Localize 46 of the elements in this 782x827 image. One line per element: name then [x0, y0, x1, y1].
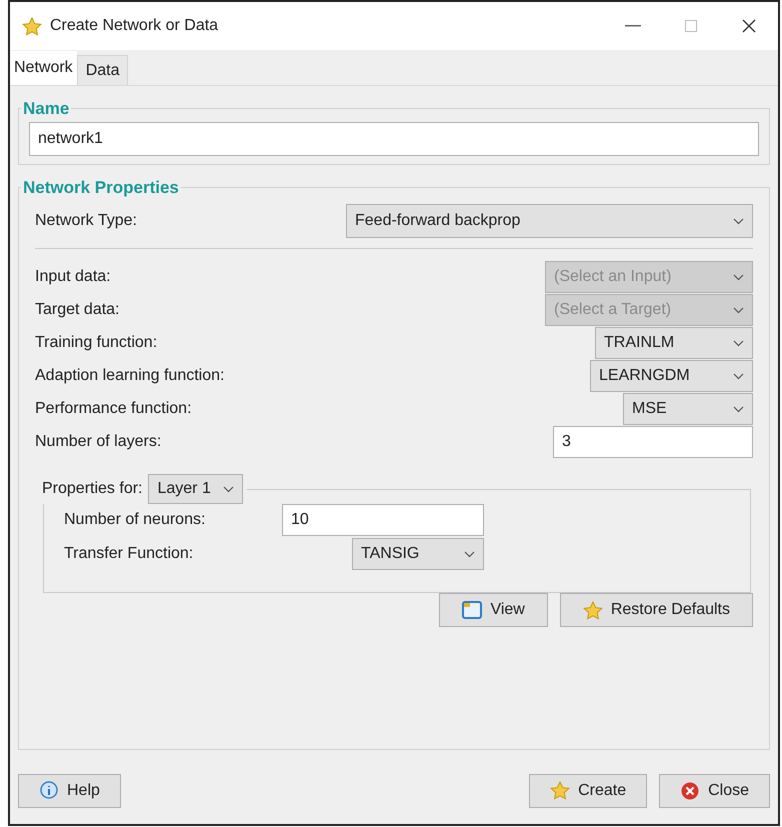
field-label: Target data: — [35, 300, 120, 320]
field-label: Transfer Function: — [64, 544, 194, 564]
dialog-button[interactable]: Close — [659, 774, 770, 808]
tab[interactable]: Data — [76, 55, 128, 85]
dialog-button[interactable]: Help — [18, 774, 121, 808]
chevron-down-icon — [733, 306, 744, 314]
dialog-button[interactable]: Create — [529, 774, 648, 808]
star-icon — [550, 781, 570, 800]
window-icon — [462, 601, 482, 619]
chevron-down-icon — [222, 486, 234, 492]
star-icon — [22, 16, 42, 36]
field-label: Training function: — [35, 333, 158, 353]
dialog-button[interactable]: View — [439, 593, 548, 627]
field-label: Input data: — [35, 267, 111, 287]
dropdown[interactable]: Layer 1 — [148, 474, 243, 504]
field-label: Adaption learning function: — [35, 366, 224, 386]
dropdown[interactable]: TRAINLM — [595, 327, 753, 359]
chevron-down-icon — [733, 218, 744, 224]
close-icon — [742, 19, 756, 33]
field-label: Number of layers: — [35, 432, 162, 452]
group-title: Name — [22, 98, 70, 120]
dropdown[interactable]: TANSIG — [352, 538, 484, 570]
window-title: Create Network or Data — [50, 16, 218, 36]
dropdown[interactable]: MSE — [623, 393, 753, 425]
star-icon — [582, 600, 603, 620]
dropdown[interactable]: LEARNGDM — [590, 360, 753, 392]
dialog-button[interactable]: Restore Defaults — [560, 593, 753, 627]
chevron-down-icon — [733, 406, 744, 412]
close-icon — [680, 780, 700, 800]
chevron-down-icon — [733, 340, 744, 346]
chevron-down-icon — [464, 550, 475, 558]
minimize-icon — [625, 25, 641, 27]
dropdown[interactable]: Feed-forward backprop — [346, 204, 753, 238]
group-title: Network Properties — [22, 176, 180, 198]
input-field[interactable]: 10 — [282, 504, 484, 536]
info-icon — [39, 780, 59, 800]
maximize-icon — [685, 20, 697, 32]
chevron-down-icon — [733, 274, 744, 280]
input-field[interactable]: 3 — [553, 426, 753, 458]
field-label: Network Type: — [35, 211, 137, 231]
field-label: Number of neurons: — [64, 510, 206, 530]
chevron-down-icon — [733, 372, 744, 380]
field-label: Properties for: — [42, 479, 142, 499]
tab[interactable]: Network — [10, 51, 77, 85]
name-field[interactable]: network1 — [29, 122, 759, 156]
field-label: Performance function: — [35, 399, 192, 419]
